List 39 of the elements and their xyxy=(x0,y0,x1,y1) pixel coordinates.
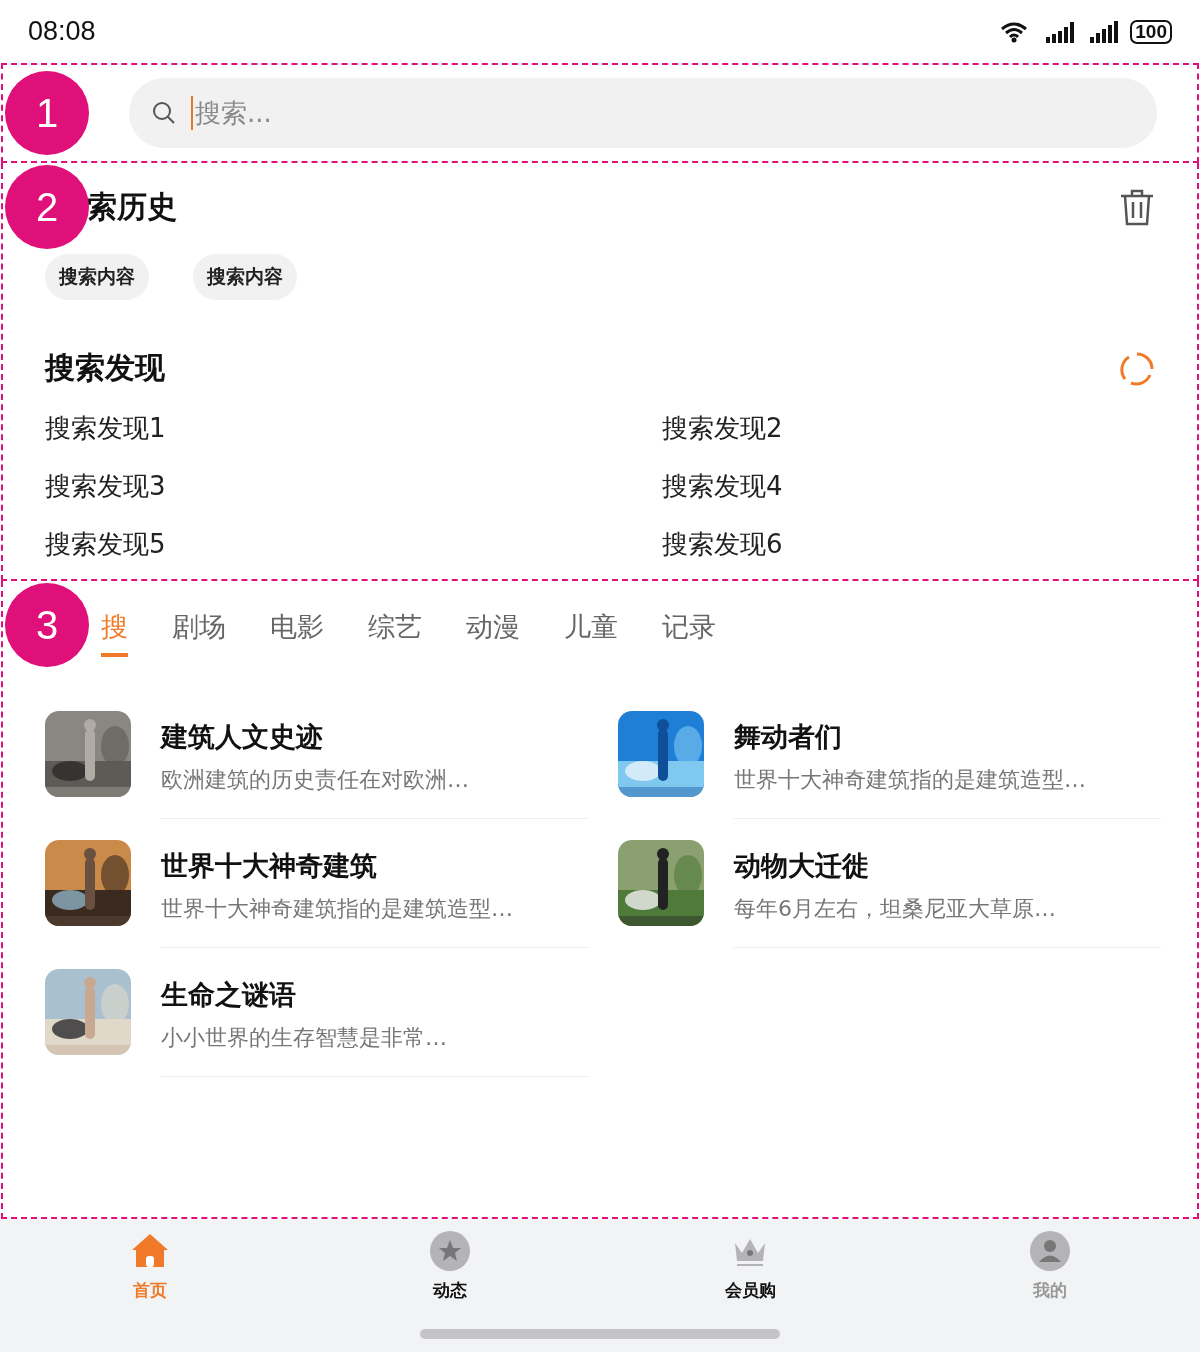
item-description: 欧洲建筑的历史责任在对欧洲… xyxy=(161,766,470,794)
user-icon xyxy=(1030,1231,1070,1271)
discover-link[interactable]: 搜索发现3 xyxy=(45,469,662,505)
history-chip[interactable]: 搜索内容 xyxy=(193,254,297,300)
category-tab[interactable]: 动漫 xyxy=(466,609,520,657)
category-tab[interactable]: 记录 xyxy=(662,609,716,657)
trash-icon[interactable] xyxy=(1119,188,1155,227)
item-title[interactable]: 世界十大神奇建筑 xyxy=(161,848,588,884)
item-title[interactable]: 建筑人文史迹 xyxy=(161,719,588,755)
category-tab[interactable]: 儿童 xyxy=(564,609,618,657)
signal-icon xyxy=(1090,20,1119,43)
item-description: 世界十大神奇建筑指的是建筑造型… xyxy=(161,895,514,923)
marker-badge: 3 xyxy=(5,583,89,667)
item-title[interactable]: 动物大迁徙 xyxy=(734,848,1161,884)
refresh-icon[interactable] xyxy=(1119,350,1155,387)
item-title[interactable]: 生命之谜语 xyxy=(161,977,588,1013)
marker-badge: 1 xyxy=(5,71,89,155)
battery-level: 100 xyxy=(1130,19,1172,44)
category-tab[interactable]: 综艺 xyxy=(368,609,422,657)
item-description: 世界十大神奇建筑指的是建筑造型… xyxy=(734,766,1087,794)
item-description: 每年6月左右，坦桑尼亚大草原… xyxy=(734,895,1057,923)
section-title: 索历史 xyxy=(87,188,177,226)
wifi-icon xyxy=(1000,20,1029,43)
discover-link[interactable]: 搜索发现5 xyxy=(45,527,662,563)
marker-badge: 2 xyxy=(5,165,89,249)
discover-link[interactable]: 搜索发现4 xyxy=(662,469,1155,505)
category-tab[interactable]: 电影 xyxy=(270,609,324,657)
nav-label[interactable]: 会员购 xyxy=(724,1279,776,1302)
item-title[interactable]: 舞动者们 xyxy=(734,719,1161,755)
category-tab[interactable]: 剧场 xyxy=(172,609,226,657)
status-time: 08:08 xyxy=(28,16,96,47)
discover-link[interactable]: 搜索发现6 xyxy=(662,527,1155,563)
nav-label[interactable]: 动态 xyxy=(433,1279,467,1302)
search-icon xyxy=(151,100,177,126)
item-description: 小小世界的生存智慧是非常… xyxy=(161,1024,448,1052)
history-chip[interactable]: 搜索内容 xyxy=(45,254,149,300)
section-title: 搜索发现 xyxy=(45,349,165,387)
discover-link[interactable]: 搜索发现2 xyxy=(662,411,1155,447)
discover-link[interactable]: 搜索发现1 xyxy=(45,411,662,447)
